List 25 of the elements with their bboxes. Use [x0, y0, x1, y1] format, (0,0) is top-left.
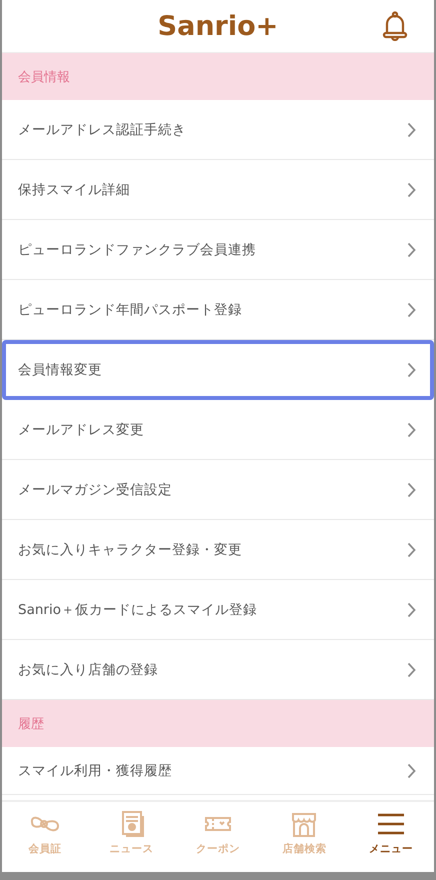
app-logo: Sanrio+ [158, 10, 278, 42]
chevron-right-icon [407, 422, 416, 438]
bell-icon[interactable] [382, 11, 408, 41]
chevron-right-icon [407, 302, 416, 318]
menu-item[interactable]: メールアドレス認証手続き [2, 100, 434, 160]
menu-item[interactable]: ピューロランドファンクラブ会員連携 [2, 220, 434, 280]
menu-item[interactable]: Sanrio＋仮カードによるスマイル登録 [2, 580, 434, 640]
section-title: 会員情報 [18, 68, 70, 86]
menu-item[interactable]: 保持スマイル詳細 [2, 160, 434, 220]
chevron-right-icon [407, 122, 416, 138]
chevron-right-icon [407, 482, 416, 498]
menu-item[interactable]: 会員情報変更 [2, 340, 434, 400]
chevron-right-icon [407, 362, 416, 378]
menu-item[interactable]: スマイル利用・獲得履歴 [2, 747, 434, 795]
chevron-right-icon [407, 762, 416, 778]
menu-item[interactable]: ピューロランド年間パスポート登録 [2, 280, 434, 340]
chevron-right-icon [407, 242, 416, 258]
menu-item[interactable]: メールアドレス変更 [2, 400, 434, 460]
menu-item[interactable]: メールマガジン受信設定 [2, 460, 434, 520]
chevron-right-icon [407, 542, 416, 558]
chevron-right-icon [407, 602, 416, 618]
chevron-right-icon [407, 662, 416, 678]
section-title: 履歴 [18, 716, 44, 732]
menu-item[interactable]: お気に入りキャラクター登録・変更 [2, 520, 434, 580]
chevron-right-icon [407, 182, 416, 198]
